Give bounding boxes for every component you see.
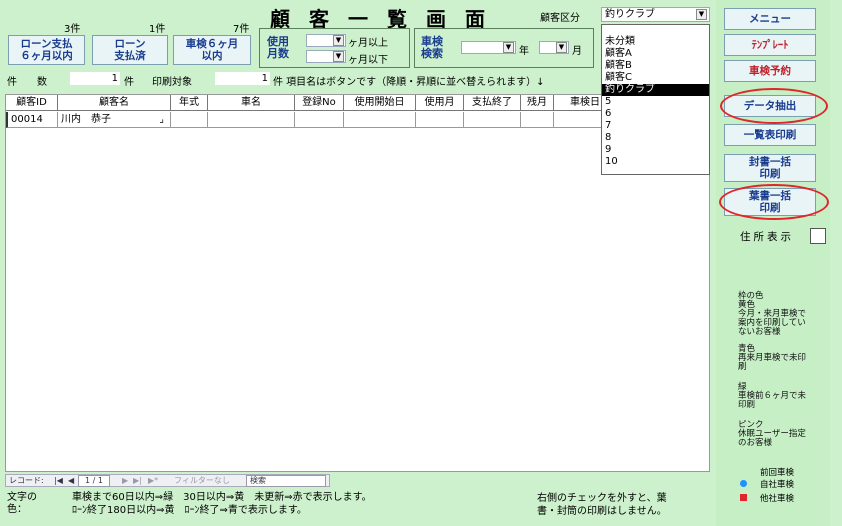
count-shaken6: 7件 — [233, 24, 250, 35]
footer-line1: 車検まで60日以内⇒緑 30日以内⇒黄 未更新⇒赤で表示します。 — [72, 492, 372, 503]
chevron-down-icon[interactable]: ▼ — [503, 42, 514, 53]
note-blue: 青色 再来月車検で未印 刷 — [738, 344, 807, 372]
month-input[interactable]: ▼ — [539, 41, 569, 54]
col-year[interactable]: 年式 — [171, 95, 208, 111]
count-loan6: 3件 — [64, 24, 81, 35]
note-yellow: 枠の色 黄色 今月・来月車検で 案内を印刷してい ないお客様 — [738, 291, 807, 337]
next-record-icon[interactable]: ▶ — [122, 475, 128, 486]
corner-mark-icon: ⌟ — [159, 114, 164, 125]
address-display-label: 住所表示 — [740, 231, 794, 243]
category-select[interactable]: 釣りクラブ ▼ — [601, 7, 710, 22]
loan-paid-button[interactable]: ローン 支払済 — [92, 35, 168, 65]
shaken-search-label: 車検 検索 — [421, 35, 443, 60]
option-customer-a[interactable]: 顧客A — [602, 48, 709, 60]
col-start-date[interactable]: 使用開始日 — [344, 95, 416, 111]
legend-own: 自社車検 — [760, 480, 795, 490]
print-target-value: 1 — [215, 72, 270, 85]
option-customer-c[interactable]: 顧客C — [602, 72, 709, 84]
month-under-label: ヶ月以下 — [348, 55, 388, 66]
print-target-label: 印刷対象 — [152, 77, 192, 88]
category-dropdown-list: 未分類 顧客A 顧客B 顧客C 釣りクラブ 5 6 7 8 9 10 — [601, 24, 710, 175]
option-unclassified[interactable]: 未分類 — [602, 36, 709, 48]
option-7[interactable]: 7 — [602, 120, 709, 132]
other-shaken-square-icon — [740, 494, 747, 501]
shaken-search-filter: 車検 検索 ▼ 年 ▼ 月 — [414, 28, 594, 68]
menu-button[interactable]: メニュー — [724, 8, 816, 30]
first-record-icon[interactable]: |◀ — [54, 475, 63, 486]
col-car-name[interactable]: 車名 — [208, 95, 295, 111]
col-payment-end[interactable]: 支払終了 — [464, 95, 521, 111]
new-record-icon[interactable]: ▶* — [148, 475, 158, 486]
note-green: 緑 車検前６ヶ月で未 印刷 — [738, 382, 807, 410]
legend-title: 前回車検 — [760, 468, 795, 478]
cell-usage-month[interactable] — [416, 112, 464, 128]
col-usage-month[interactable]: 使用月 — [416, 95, 464, 111]
col-customer-id[interactable]: 顧客ID — [6, 95, 58, 111]
option-fishing-club[interactable]: 釣りクラブ — [602, 84, 709, 96]
note-pink: ピンク 休眠ユーザー指定 のお客様 — [738, 420, 806, 448]
option-customer-b[interactable]: 顧客B — [602, 60, 709, 72]
footer-note: 右側のチェックを外すと、葉 書・封筒の印刷はしません。 — [537, 493, 667, 517]
usage-label: 使用 月数 — [267, 35, 289, 60]
option-9[interactable]: 9 — [602, 144, 709, 156]
shaken-reservation-button[interactable]: 車検予約 — [724, 60, 816, 82]
record-search-input[interactable]: 検索 — [246, 475, 326, 487]
envelope-print-button[interactable]: 封書一括 印刷 — [724, 154, 816, 182]
filter-status[interactable]: フィルターなし — [174, 475, 230, 486]
cell-payment-end[interactable] — [464, 112, 521, 128]
footer-label: 文字の 色： — [7, 492, 37, 515]
option-5[interactable]: 5 — [602, 96, 709, 108]
chevron-down-icon[interactable]: ▼ — [333, 35, 344, 46]
year-input[interactable]: ▼ — [461, 41, 516, 54]
footer-line2: ﾛｰﾝ終了180日以内⇒黄 ﾛｰﾝ終了⇒青で表示します。 — [72, 505, 307, 516]
col-reg-no[interactable]: 登録No — [295, 95, 344, 111]
category-label: 顧客区分 — [540, 13, 580, 24]
chevron-down-icon[interactable]: ▼ — [556, 42, 567, 53]
usage-months-filter: 使用 月数 ▼ ヶ月以上 ▼ ヶ月以下 — [259, 28, 410, 68]
cell-remaining[interactable] — [521, 112, 554, 128]
option-6[interactable]: 6 — [602, 108, 709, 120]
last-record-icon[interactable]: ▶| — [133, 475, 142, 486]
option-10[interactable]: 10 — [602, 156, 709, 168]
cell-reg-no[interactable] — [295, 112, 344, 128]
month-max-input[interactable]: ▼ — [306, 50, 346, 63]
chevron-down-icon[interactable]: ▼ — [333, 51, 344, 62]
cell-car-name[interactable] — [208, 112, 295, 128]
col-remaining[interactable]: 残月 — [521, 95, 554, 111]
own-shaken-dot-icon — [740, 480, 747, 487]
col-customer-name[interactable]: 顧客名 — [58, 95, 171, 111]
cell-start-date[interactable] — [344, 112, 416, 128]
legend-other: 他社車検 — [760, 494, 795, 504]
count-value: 1 — [70, 72, 120, 85]
count-label: 件 数 — [7, 77, 47, 88]
loan-6month-button[interactable]: ローン支払 ６ヶ月以内 — [8, 35, 85, 65]
chevron-down-icon[interactable]: ▼ — [696, 9, 707, 20]
highlight-circle — [719, 184, 829, 220]
cell-year[interactable] — [171, 112, 208, 128]
sidebar: メニュー ﾃﾝﾌﾟﾚｰﾄ 車検予約 データ抽出 一覧表印刷 封書一括 印刷 葉書… — [716, 0, 830, 526]
cell-customer-name[interactable]: 川内 恭子 ⌟ — [58, 112, 171, 128]
record-navigator: レコード: |◀ ◀ 1 / 1 ▶ ▶| ▶* フィルターなし 検索 — [5, 474, 330, 487]
month-label: 月 — [572, 46, 582, 57]
template-button[interactable]: ﾃﾝﾌﾟﾚｰﾄ — [724, 34, 816, 56]
prev-record-icon[interactable]: ◀ — [68, 475, 74, 486]
record-position[interactable]: 1 / 1 — [78, 475, 110, 487]
option-8[interactable]: 8 — [602, 132, 709, 144]
year-label: 年 — [519, 46, 529, 57]
customer-name-text: 川内 恭子 — [61, 114, 111, 125]
count-loanpaid: 1件 — [149, 24, 166, 35]
month-over-label: ヶ月以上 — [348, 38, 388, 49]
shaken-6month-button[interactable]: 車検６ヶ月 以内 — [173, 35, 251, 65]
category-value: 釣りクラブ — [605, 9, 655, 20]
highlight-circle — [720, 88, 828, 124]
cell-customer-id[interactable]: 00014 — [6, 112, 58, 128]
address-display-checkbox[interactable] — [810, 228, 826, 244]
record-label: レコード: — [9, 476, 44, 485]
list-print-button[interactable]: 一覧表印刷 — [724, 124, 816, 146]
count-unit: 件 — [124, 77, 134, 88]
sort-hint: 件 項目名はボタンです（降順・昇順に並べ替えられます）↓ — [273, 77, 545, 88]
month-min-input[interactable]: ▼ — [306, 34, 346, 47]
